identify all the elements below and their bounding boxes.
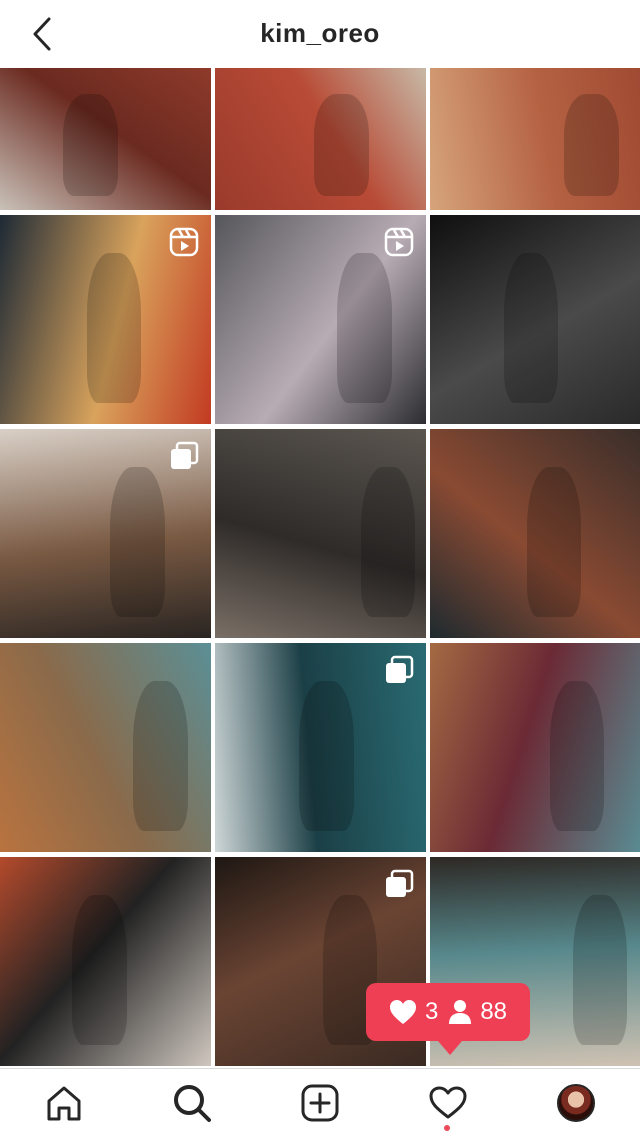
post-thumbnail[interactable] xyxy=(430,429,640,638)
likes-count-item: 3 xyxy=(389,998,438,1026)
tab-activity[interactable] xyxy=(426,1081,470,1125)
post-thumbnail[interactable] xyxy=(215,643,426,852)
post-image-subject xyxy=(526,466,582,618)
post-image-subject xyxy=(564,93,619,196)
tab-home[interactable] xyxy=(42,1081,86,1125)
heart-icon xyxy=(389,1000,416,1024)
posts-grid xyxy=(0,68,640,1066)
post-image-subject xyxy=(299,680,355,832)
new-post-icon xyxy=(301,1084,339,1122)
post-thumbnail[interactable] xyxy=(0,215,211,424)
post-image-subject xyxy=(314,93,370,196)
post-thumbnail[interactable] xyxy=(430,215,640,424)
carousel-icon xyxy=(384,655,414,690)
profile-avatar xyxy=(557,1084,595,1122)
top-bar: kim_oreo xyxy=(0,0,640,68)
post-thumbnail[interactable] xyxy=(0,857,211,1066)
post-thumbnail[interactable] xyxy=(215,215,426,424)
likes-count: 3 xyxy=(424,998,439,1025)
person-icon xyxy=(449,1000,472,1024)
bottom-tab-bar xyxy=(0,1068,640,1138)
post-image-subject xyxy=(71,894,127,1046)
tab-new-post[interactable] xyxy=(298,1081,342,1125)
post-image-subject xyxy=(337,252,393,404)
home-icon xyxy=(47,1086,81,1121)
activity-notification-bubble[interactable]: 3 88 xyxy=(366,983,530,1055)
followers-count-item: 88 xyxy=(448,998,507,1026)
reel-icon xyxy=(169,227,199,262)
post-thumbnail[interactable] xyxy=(430,68,640,210)
post-thumbnail[interactable] xyxy=(0,68,211,210)
post-image-subject xyxy=(572,894,628,1046)
post-image-subject xyxy=(360,466,416,618)
post-image-subject xyxy=(86,252,142,404)
post-thumbnail[interactable] xyxy=(215,68,426,210)
reel-icon xyxy=(384,227,414,262)
post-thumbnail[interactable] xyxy=(0,643,211,852)
post-image-subject xyxy=(109,466,165,618)
post-thumbnail[interactable] xyxy=(430,643,640,852)
carousel-icon xyxy=(384,869,414,904)
post-image-subject xyxy=(63,93,119,196)
carousel-icon xyxy=(169,441,199,476)
tab-search[interactable] xyxy=(170,1081,214,1125)
post-image-subject xyxy=(549,680,605,832)
post-image-subject xyxy=(132,680,188,832)
post-image-subject xyxy=(503,252,559,404)
search-icon xyxy=(174,1085,211,1122)
page-title: kim_oreo xyxy=(260,18,380,48)
activity-indicator-dot xyxy=(444,1125,450,1131)
tab-profile[interactable] xyxy=(554,1081,598,1125)
followers-count: 88 xyxy=(480,998,508,1025)
post-thumbnail[interactable] xyxy=(215,429,426,638)
post-thumbnail[interactable] xyxy=(0,429,211,638)
activity-icon xyxy=(429,1086,467,1119)
